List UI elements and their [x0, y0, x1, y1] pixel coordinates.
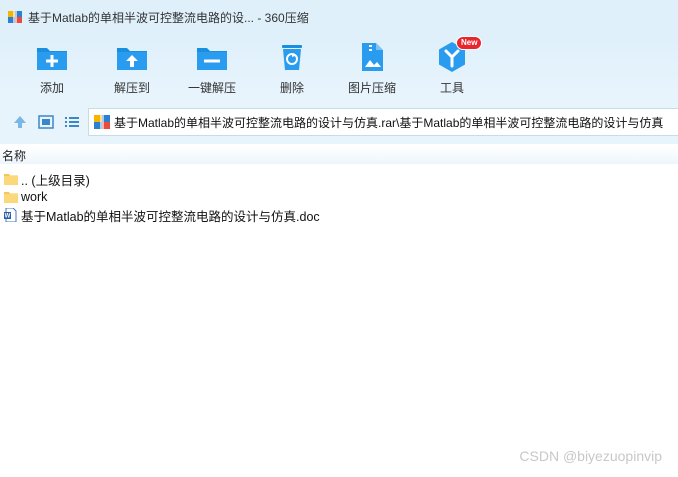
svg-text:W: W — [5, 214, 11, 220]
up-arrow-icon[interactable] — [12, 114, 28, 130]
delete-label: 删除 — [279, 81, 304, 95]
delete-button[interactable]: 删除 — [252, 40, 332, 96]
extract-to-label: 解压到 — [113, 81, 150, 95]
list-item-parent-dir[interactable]: .. (上级目录) — [0, 170, 678, 188]
tools-label: 工具 — [439, 81, 464, 95]
column-name-header[interactable]: 名称 — [2, 147, 26, 164]
add-label: 添加 — [39, 81, 64, 95]
image-compress-button[interactable]: 图片压缩 — [332, 40, 412, 96]
toolbar: 添加 解压到 一键解压 删除 图片压缩 New 工具 — [0, 34, 678, 100]
address-row: 基于Matlab的单相半波可控整流电路的设计与仿真.rar\基于Matlab的单… — [0, 100, 678, 144]
title-bar: 基于Matlab的单相半波可控整流电路的设... - 360压缩 — [0, 0, 678, 34]
delete-icon — [282, 45, 302, 70]
one-click-extract-button[interactable]: 一键解压 — [172, 40, 252, 96]
column-header: 名称 — [0, 146, 678, 164]
list-item-work[interactable]: work — [0, 188, 678, 206]
tools-button[interactable]: New 工具 — [412, 36, 492, 96]
word-document-icon: W — [4, 208, 17, 222]
image-compress-label: 图片压缩 — [347, 81, 396, 95]
window-title: 基于Matlab的单相半波可控整流电路的设... - 360压缩 — [28, 10, 309, 25]
list-item-doc[interactable]: W 基于Matlab的单相半波可控整流电路的设计与仿真.doc — [0, 206, 678, 224]
extract-to-icon — [117, 48, 147, 70]
archive-app-icon — [8, 11, 22, 23]
new-badge: New — [456, 36, 483, 50]
address-bar[interactable]: 基于Matlab的单相半波可控整流电路的设计与仿真.rar\基于Matlab的单… — [88, 108, 678, 136]
one-click-extract-label: 一键解压 — [187, 81, 236, 95]
thumbnail-view-icon[interactable] — [38, 114, 54, 130]
list-item-name: .. (上级目录) — [21, 173, 90, 188]
add-icon — [37, 48, 67, 70]
list-item-name: 基于Matlab的单相半波可控整流电路的设计与仿真.doc — [21, 209, 320, 224]
list-item-name: work — [21, 190, 48, 204]
watermark: CSDN @biyezuopinvip — [519, 448, 662, 464]
add-button[interactable]: 添加 — [12, 40, 92, 96]
rar-archive-icon — [94, 115, 110, 129]
address-path: 基于Matlab的单相半波可控整流电路的设计与仿真.rar\基于Matlab的单… — [114, 115, 664, 130]
extract-to-button[interactable]: 解压到 — [92, 40, 172, 96]
file-list: .. (上级目录) work W 基于Matlab的单相半波可控整流电路的设计与… — [0, 170, 678, 224]
folder-icon — [4, 192, 18, 203]
image-compress-icon — [362, 43, 383, 71]
one-click-extract-icon — [197, 48, 227, 70]
folder-icon — [4, 174, 18, 185]
list-view-icon[interactable] — [64, 114, 80, 130]
